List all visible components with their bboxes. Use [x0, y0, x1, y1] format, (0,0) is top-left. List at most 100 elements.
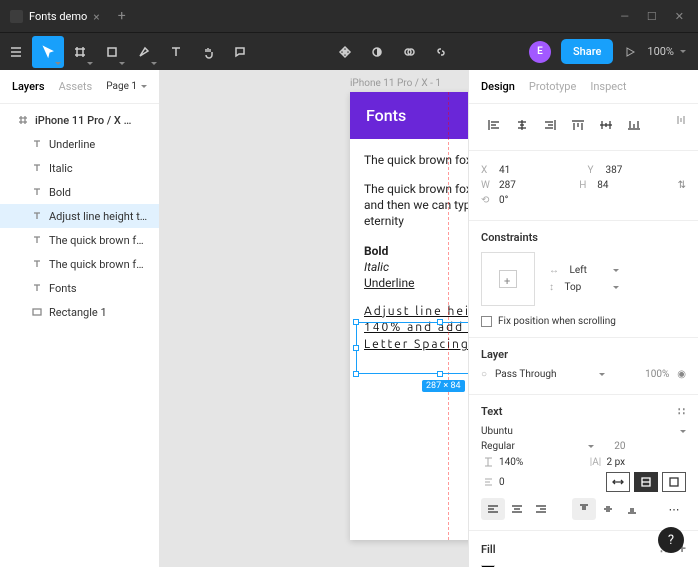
sel-handle-bm[interactable] — [437, 371, 443, 377]
comment-tool[interactable] — [224, 36, 256, 68]
lineheight-field[interactable]: 140% — [499, 457, 523, 468]
auto-width-icon[interactable] — [606, 472, 630, 492]
constraints-widget[interactable]: + — [481, 252, 535, 306]
layer-text-quick2[interactable]: The quick brown fox jumped..... — [0, 228, 159, 252]
more-align-icon[interactable] — [676, 114, 686, 136]
minimize-icon[interactable]: ― — [620, 10, 629, 23]
layer-text-adjust[interactable]: Adjust line height to 140% an... — [0, 204, 159, 228]
move-tool[interactable] — [32, 36, 64, 68]
boolean-tool[interactable] — [393, 36, 425, 68]
text-valign-bottom-icon[interactable] — [620, 498, 644, 520]
underline-text[interactable]: Underline — [364, 276, 468, 290]
artboard[interactable]: Fonts The quick brown fox... The quick b… — [350, 92, 468, 540]
layer-section: Layer ○ Pass Through 100% ◉ — [469, 338, 698, 395]
layer-text-quick1[interactable]: The quick brown fox... — [0, 252, 159, 276]
tab-layers[interactable]: Layers — [12, 80, 45, 93]
zoom-dropdown[interactable]: 100% — [647, 45, 686, 58]
font-size-field[interactable]: 20 — [614, 441, 686, 452]
align-right-icon[interactable] — [537, 114, 563, 136]
sel-handle-lm[interactable] — [353, 345, 359, 351]
text-align-right-icon[interactable] — [529, 498, 553, 520]
component-tool[interactable] — [329, 36, 361, 68]
transform-section: X41 Y387 W287 H84 ⇅ ⟲0° — [469, 151, 698, 221]
text-valign-middle-icon[interactable] — [596, 498, 620, 520]
align-vcenter-icon[interactable] — [593, 114, 619, 136]
text-icon — [32, 163, 42, 173]
hero-bar[interactable]: Fonts — [350, 92, 468, 139]
text-more-icon[interactable]: ⋯ — [662, 498, 686, 520]
y-field[interactable]: 387 — [606, 165, 658, 176]
paragraph-field[interactable]: 0 — [499, 477, 505, 488]
link-tool[interactable] — [425, 36, 457, 68]
text-align-center-icon[interactable] — [505, 498, 529, 520]
frame-tool[interactable] — [64, 36, 96, 68]
layer-opacity-field[interactable]: 100% — [645, 369, 669, 380]
page-dropdown[interactable]: Page 1 — [106, 81, 147, 92]
present-button[interactable] — [623, 45, 637, 59]
tab-design[interactable]: Design — [481, 80, 515, 93]
maximize-icon[interactable]: ☐ — [647, 10, 657, 23]
italic-text[interactable]: Italic — [364, 260, 468, 274]
text-valign-top-icon[interactable] — [572, 498, 596, 520]
align-top-icon[interactable] — [565, 114, 591, 136]
avatar[interactable]: E — [529, 41, 551, 63]
x-field[interactable]: 41 — [499, 165, 551, 176]
close-window-icon[interactable]: ✕ — [675, 10, 684, 23]
text-tool[interactable] — [160, 36, 192, 68]
layer-text-italic[interactable]: Italic — [0, 156, 159, 180]
sel-handle-bl[interactable] — [353, 371, 359, 377]
mask-tool[interactable] — [361, 36, 393, 68]
blend-icon: ○ — [481, 369, 487, 380]
rotation-field[interactable]: 0° — [499, 195, 551, 206]
blend-mode-dropdown[interactable]: Pass Through — [495, 369, 605, 380]
constraints-title: Constraints — [481, 231, 686, 244]
close-tab-icon[interactable]: × — [93, 11, 99, 23]
h-field[interactable]: 84 — [597, 180, 649, 191]
frame-icon — [18, 115, 28, 125]
layer-text-bold[interactable]: Bold — [0, 180, 159, 204]
font-family-dropdown[interactable]: Ubuntu — [481, 426, 686, 437]
sel-handle-tl[interactable] — [353, 319, 359, 325]
fixed-size-icon[interactable] — [662, 472, 686, 492]
layer-frame[interactable]: iPhone 11 Pro / X - 1 — [0, 108, 159, 132]
text-icon — [32, 283, 42, 293]
new-tab-button[interactable]: + — [110, 8, 134, 24]
file-tab[interactable]: Fonts demo × — [0, 0, 110, 32]
align-bottom-icon[interactable] — [621, 114, 647, 136]
design-panel: Design Prototype Inspect X41 Y387 W287 — [468, 70, 698, 567]
layer-rectangle[interactable]: Rectangle 1 — [0, 300, 159, 324]
constraint-v-dropdown[interactable]: ↕ Top — [549, 282, 619, 293]
layer-list: iPhone 11 Pro / X - 1 Underline Italic B… — [0, 104, 159, 328]
selection-box[interactable] — [356, 322, 468, 374]
shape-tool[interactable] — [96, 36, 128, 68]
share-button[interactable]: Share — [561, 39, 613, 64]
link-dimensions-icon[interactable]: ⇅ — [678, 180, 686, 191]
text-align-left-icon[interactable] — [481, 498, 505, 520]
hand-tool[interactable] — [192, 36, 224, 68]
font-weight-dropdown[interactable]: Regular — [481, 441, 594, 452]
pen-tool[interactable] — [128, 36, 160, 68]
sel-handle-tm[interactable] — [437, 319, 443, 325]
frame-title[interactable]: iPhone 11 Pro / X - 1 — [350, 78, 441, 89]
layer-text-fonts[interactable]: Fonts — [0, 276, 159, 300]
sample-text-1[interactable]: The quick brown fox... — [364, 153, 468, 167]
fix-scroll-checkbox[interactable] — [481, 316, 492, 327]
tab-assets[interactable]: Assets — [59, 80, 93, 93]
layer-text-underline[interactable]: Underline — [0, 132, 159, 156]
tab-prototype[interactable]: Prototype — [529, 80, 576, 93]
layer-visibility-icon[interactable]: ◉ — [677, 369, 686, 380]
guide-vertical — [448, 92, 449, 540]
help-button[interactable]: ? — [658, 527, 684, 553]
align-hcenter-icon[interactable] — [509, 114, 535, 136]
constraint-h-dropdown[interactable]: ↔ Left — [549, 265, 619, 276]
align-left-icon[interactable] — [481, 114, 507, 136]
sample-text-2[interactable]: The quick brown fox jumped... and then w… — [364, 181, 468, 230]
w-field[interactable]: 287 — [499, 180, 551, 191]
auto-height-icon[interactable] — [634, 472, 658, 492]
text-styles-icon[interactable]: ∷ — [678, 405, 686, 418]
tab-inspect[interactable]: Inspect — [590, 80, 626, 93]
bold-text[interactable]: Bold — [364, 244, 468, 258]
canvas[interactable]: iPhone 11 Pro / X - 1 Fonts The quick br… — [160, 70, 468, 567]
main-menu-button[interactable] — [0, 36, 32, 68]
letterspacing-field[interactable]: 2 px — [607, 457, 626, 468]
